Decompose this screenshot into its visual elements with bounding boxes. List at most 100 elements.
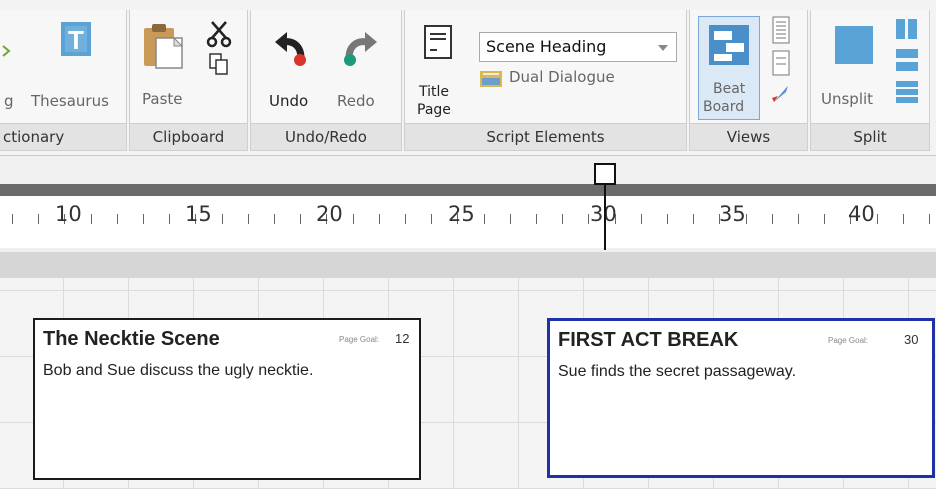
beat-board-button[interactable]: Beat Board (698, 16, 760, 120)
ruler-tick (877, 214, 878, 224)
dictionary-group-label: ctionary (0, 123, 126, 150)
card-title[interactable]: FIRST ACT BREAK (558, 329, 738, 352)
undo-label: Undo (269, 92, 309, 110)
card-goal-value[interactable]: 30 (904, 332, 918, 347)
chevron-down-icon (658, 45, 668, 51)
split-vertical-icon[interactable] (895, 18, 919, 40)
beat-card[interactable]: The Necktie Scene Page Goal: 12 Bob and … (33, 318, 421, 480)
beat-card-selected[interactable]: FIRST ACT BREAK Page Goal: 30 Sue finds … (547, 318, 935, 478)
clipboard-group-label: Clipboard (130, 123, 247, 150)
ruler-tick (169, 214, 170, 224)
navigator-rocket-icon[interactable] (770, 84, 790, 106)
split-group: Unsplit Split (810, 10, 930, 151)
title-page-icon (424, 25, 452, 59)
ruler-tick (405, 214, 406, 224)
script-view-icon[interactable] (772, 16, 790, 44)
title-page-label-line2: Page (417, 102, 451, 118)
ruler-label-35: 35 (719, 202, 746, 226)
undo-icon (275, 32, 306, 66)
page-marker-handle[interactable] (594, 163, 616, 185)
thesaurus-icon: T (61, 22, 91, 56)
thesaurus-label-prefix: g (4, 92, 14, 110)
redo-label: Redo (337, 92, 375, 110)
ruler-tick (746, 214, 747, 224)
page-marker-line (604, 184, 606, 250)
thesaurus-label: Thesaurus (31, 92, 109, 110)
card-body[interactable]: Sue finds the secret passageway. (558, 363, 796, 381)
ruler-label-25: 25 (448, 202, 475, 226)
script-element-select-value: Scene Heading (486, 37, 607, 56)
ruler-tick (431, 214, 432, 224)
undo-redo-group-label: Undo/Redo (251, 123, 401, 150)
card-goal-label: Page Goal: (339, 335, 380, 344)
redo-icon (344, 32, 377, 66)
ruler-tick (903, 214, 904, 224)
paste-button[interactable]: Paste (136, 18, 196, 110)
redo-button[interactable]: Redo (331, 20, 391, 110)
svg-text:T: T (68, 25, 84, 55)
script-elements-group-label: Script Elements (405, 123, 686, 150)
ruler-tick (667, 214, 668, 224)
spell-arrow-icon (2, 45, 11, 57)
ruler-tick (353, 214, 354, 224)
ruler-track (0, 184, 936, 196)
ruler-tick (117, 214, 118, 224)
ruler-label-15: 15 (185, 202, 212, 226)
ruler-tick (798, 214, 799, 224)
script-elements-group: Title Page Scene Heading Dual Dialogue S… (404, 10, 687, 151)
dual-dialogue-button[interactable]: Dual Dialogue (479, 66, 679, 92)
ruler-tick (641, 214, 642, 224)
ruler-tick (484, 214, 485, 224)
undo-redo-group: Undo Redo Undo/Redo (250, 10, 402, 151)
unsplit-button[interactable]: Unsplit (817, 20, 887, 112)
ruler-tick (248, 214, 249, 224)
ruler-tick (379, 214, 380, 224)
ruler-bottom-band (0, 252, 936, 278)
dual-dialogue-icon (480, 71, 502, 87)
unsplit-label: Unsplit (821, 90, 874, 108)
ruler-label-40: 40 (848, 202, 875, 226)
ruler-tick (510, 214, 511, 224)
card-body[interactable]: Bob and Sue discuss the ugly necktie. (43, 362, 313, 380)
script-element-select[interactable]: Scene Heading (479, 32, 677, 62)
paste-label: Paste (142, 90, 183, 108)
paste-icon (144, 24, 184, 69)
ruler-label-10: 10 (55, 202, 82, 226)
dictionary-group: T g Thesaurus ctionary (0, 10, 127, 151)
beat-board-label-line1: Beat (713, 81, 746, 97)
ruler-tick (562, 214, 563, 224)
ruler-tick (38, 214, 39, 224)
ruler-tick (143, 214, 144, 224)
views-group: Beat Board Views (689, 10, 808, 151)
ruler-tick (693, 214, 694, 224)
unsplit-icon (835, 26, 873, 64)
ruler-tick (12, 214, 13, 224)
ruler-tick (222, 214, 223, 224)
ruler-tick (588, 214, 589, 224)
dual-dialogue-label: Dual Dialogue (509, 68, 615, 86)
ruler-tick (536, 214, 537, 224)
cut-icon[interactable] (206, 20, 232, 48)
ruler-tick (300, 214, 301, 224)
split-horizontal-icon[interactable] (895, 48, 919, 74)
ruler-tick (91, 214, 92, 224)
split-group-label: Split (811, 123, 929, 150)
copy-icon[interactable] (208, 52, 230, 76)
clipboard-group: Paste Clipboard (129, 10, 248, 151)
views-group-label: Views (690, 123, 807, 150)
ruler-tick (824, 214, 825, 224)
outline-view-icon[interactable] (772, 50, 790, 76)
beat-board-label-line2: Board (703, 99, 745, 115)
ruler-tick (929, 214, 930, 224)
card-title[interactable]: The Necktie Scene (43, 328, 220, 351)
ruler-tick (772, 214, 773, 224)
title-page-button[interactable]: Title Page (413, 18, 463, 118)
title-page-label-line1: Title (419, 84, 450, 100)
thesaurus-button[interactable]: T g Thesaurus (4, 20, 119, 110)
beat-board-icon (709, 25, 749, 65)
ruler-tick (274, 214, 275, 224)
split-triple-icon[interactable] (895, 80, 919, 104)
card-goal-value[interactable]: 12 (395, 331, 409, 346)
ruler-label-20: 20 (316, 202, 343, 226)
undo-button[interactable]: Undo (261, 20, 321, 110)
